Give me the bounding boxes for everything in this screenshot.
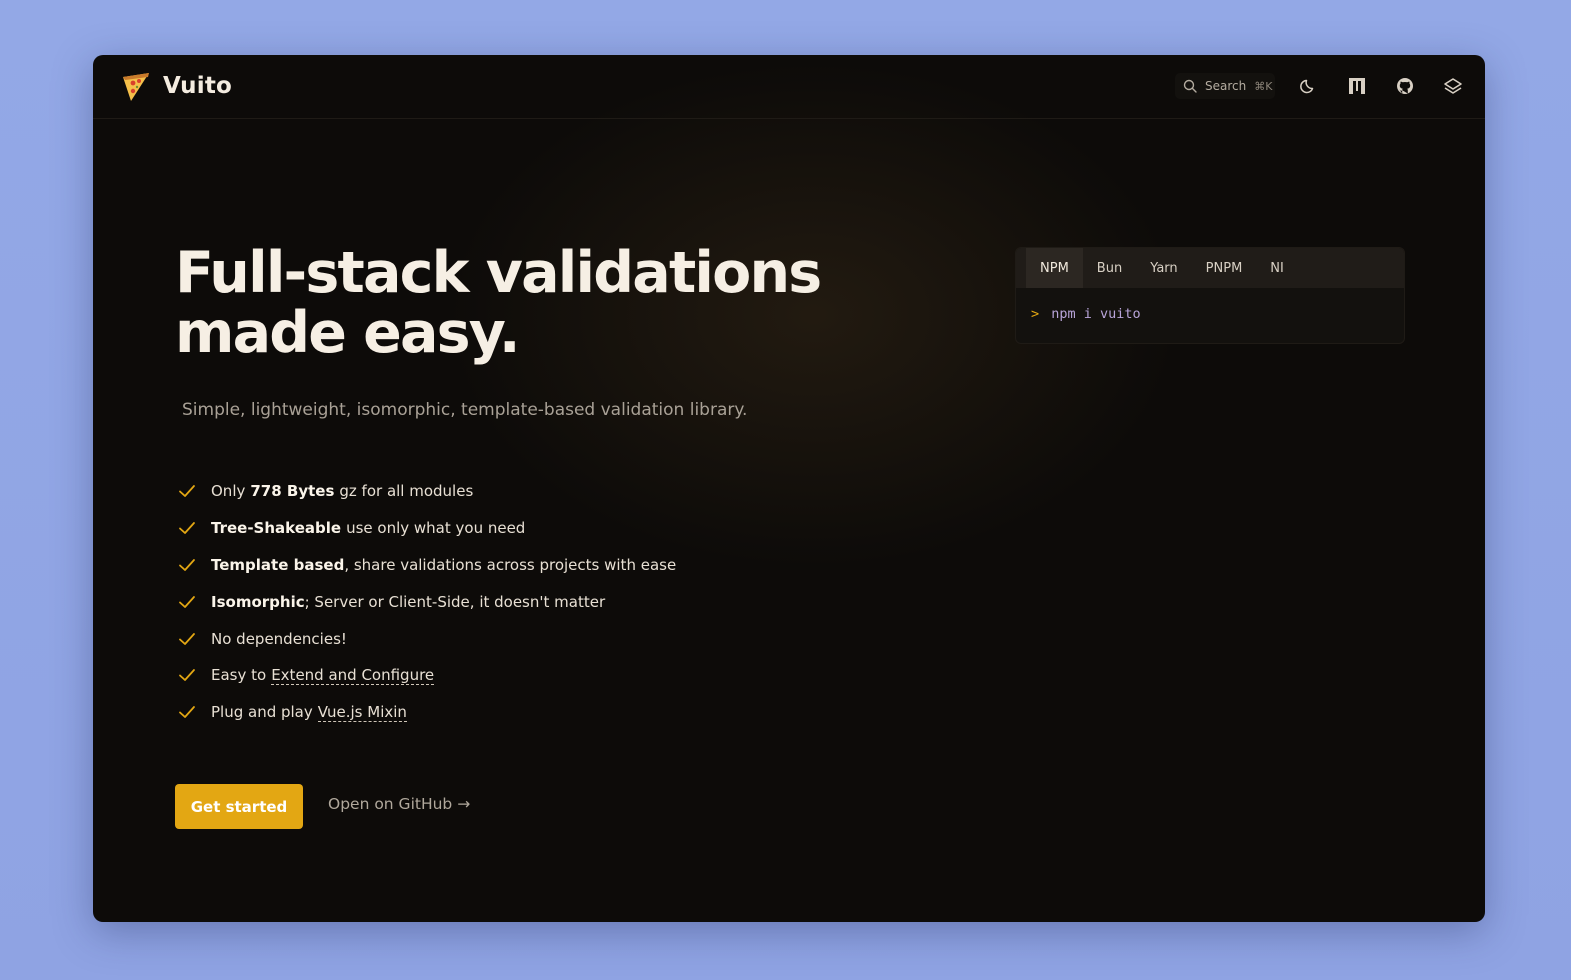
moon-icon[interactable]	[1299, 76, 1319, 96]
check-icon	[179, 632, 195, 645]
feature-highlight: Isomorphic	[211, 592, 305, 611]
github-icon[interactable]	[1395, 76, 1415, 96]
list-item: No dependencies!	[177, 620, 676, 657]
feature-text: ; Server or Client-Side, it doesn't matt…	[304, 592, 606, 611]
feature-text: Plug and play	[211, 703, 313, 722]
feature-text: use only what you need	[346, 519, 526, 538]
tab-ni[interactable]: NI	[1256, 248, 1298, 288]
search-label: Search	[1205, 79, 1247, 93]
vue-mixin-link[interactable]: Vue.js Mixin	[317, 703, 407, 722]
extend-configure-link[interactable]: Extend and Configure	[271, 666, 435, 685]
check-icon	[179, 485, 195, 498]
list-item: Plug and play Vue.js Mixin	[177, 694, 676, 731]
tab-npm[interactable]: NPM	[1026, 248, 1083, 288]
check-icon	[179, 595, 195, 608]
feature-list: Only 778 Bytes gz for all modules Tree-S…	[177, 473, 676, 731]
list-item: Isomorphic ; Server or Client-Side, it d…	[177, 583, 676, 620]
install-tabs: NPM Bun Yarn PNPM NI	[1016, 248, 1404, 288]
pizza-icon	[123, 73, 149, 101]
storybook-icon[interactable]	[1443, 76, 1463, 96]
brand-logo[interactable]: Vuito	[119, 69, 232, 103]
search-button[interactable]: Search ⌘K	[1175, 73, 1275, 99]
install-card: NPM Bun Yarn PNPM NI > npm i vuito	[1015, 247, 1405, 344]
feature-highlight: Tree-Shakeable	[211, 519, 342, 538]
feature-text: , share validations across projects with…	[344, 555, 677, 574]
brand-name: Vuito	[163, 73, 233, 99]
search-icon	[1183, 79, 1197, 93]
check-icon	[179, 559, 195, 571]
check-icon	[179, 669, 195, 682]
hero-subtitle: Simple, lightweight, isomorphic, templat…	[182, 400, 748, 420]
check-icon	[179, 706, 195, 719]
hero-title: Full-stack validations made easy.	[175, 240, 822, 366]
list-item: Template based , share validations acros…	[177, 547, 676, 584]
list-item: Easy to Extend and Configure	[177, 657, 676, 694]
check-icon	[179, 522, 195, 535]
app-window: Vuito Search ⌘K Full-stack validations m…	[93, 55, 1485, 922]
feature-text: No dependencies!	[211, 629, 347, 648]
feature-highlight: 778 Bytes	[250, 482, 335, 501]
tab-yarn[interactable]: Yarn	[1136, 248, 1191, 288]
feature-text: Only	[211, 482, 246, 501]
feature-highlight: Template based	[211, 555, 345, 574]
open-github-link[interactable]: Open on GitHub →	[328, 795, 470, 813]
feature-text: Easy to	[211, 666, 267, 685]
package-icon[interactable]	[1347, 76, 1367, 96]
list-item: Tree-Shakeable use only what you need	[177, 510, 676, 547]
command-prompt: >	[1031, 306, 1040, 322]
tab-pnpm[interactable]: PNPM	[1192, 248, 1257, 288]
tab-bun[interactable]: Bun	[1083, 248, 1136, 288]
install-command[interactable]: > npm i vuito	[1031, 306, 1141, 322]
command-text: npm i vuito	[1051, 306, 1141, 322]
feature-text: gz for all modules	[339, 482, 474, 501]
search-shortcut: ⌘K	[1254, 79, 1273, 93]
top-nav: Vuito Search ⌘K	[93, 55, 1485, 119]
get-started-button[interactable]: Get started	[175, 784, 303, 829]
list-item: Only 778 Bytes gz for all modules	[177, 473, 676, 510]
